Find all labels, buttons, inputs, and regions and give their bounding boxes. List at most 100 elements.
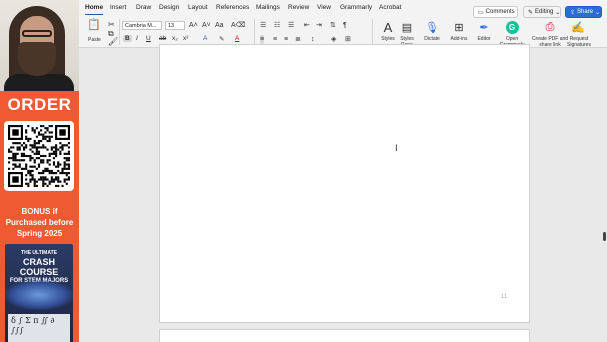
shrink-font-icon[interactable]: A˅ [202,21,211,30]
subscript-button[interactable]: x₂ [172,35,178,42]
page-number: 11 [500,294,507,300]
font-name-select[interactable]: Cambria M... [122,21,162,30]
tab-draw[interactable]: Draw [136,4,151,11]
request-signatures-label: Request Signatures [567,36,591,48]
editing-mode-button[interactable]: ✎ Editing ⌄ [523,6,561,18]
tab-layout[interactable]: Layout [188,4,208,11]
tab-insert[interactable]: Insert [110,4,126,11]
editing-label: Editing [535,9,554,15]
book-title: CRASH COURSE [19,257,59,277]
tab-acrobat[interactable]: Acrobat [379,4,401,11]
text-cursor-icon: Ι [395,144,398,154]
decrease-indent-icon[interactable]: ⇤ [304,21,310,30]
justify-icon[interactable]: ≣ [295,35,301,44]
ribbon: Home Insert Draw Design Layout Reference… [79,0,607,48]
next-document-page[interactable] [159,329,530,342]
underline-icon: U [146,35,151,42]
underline-button[interactable]: U [146,35,151,42]
word-window: Home Insert Draw Design Layout Reference… [79,0,607,342]
italic-button[interactable]: I [136,35,138,42]
chevron-down-icon: ⌄ [555,9,561,16]
book-lightning-art [5,280,73,310]
sort-icon[interactable]: ⇅ [330,21,336,30]
comment-icon: ▭ [478,9,484,16]
document-page[interactable]: Ι 11 [159,44,530,323]
text-effects-button[interactable]: A [203,35,207,42]
change-case-icon[interactable]: Aa [215,21,224,30]
editor-icon[interactable]: ✒ [475,19,493,35]
create-pdf-icon[interactable]: ⎙ [541,19,559,35]
vertical-scrollbar[interactable] [603,232,606,241]
bullets-icon[interactable]: ☰ [260,21,266,30]
superscript-icon: x² [183,35,189,42]
paste-icon[interactable]: 📋 [87,20,101,31]
tab-references[interactable]: References [216,4,249,11]
webcam-person-beard [18,42,56,76]
ribbon-divider [119,19,120,45]
paste-label: Paste [88,37,101,43]
cut-icon[interactable]: ✂ [108,20,115,29]
align-left-icon[interactable]: ≡ [260,35,265,44]
request-signatures-icon[interactable]: ✍ [569,19,587,35]
order-heading: ORDER [7,95,72,114]
book-top-line: THE ULTIMATE [21,250,57,256]
highlight-button[interactable]: ✎ [219,35,224,43]
share-label: Share [577,9,594,15]
share-icon: ⇪ [570,9,576,16]
subscript-icon: x₂ [172,35,178,42]
format-painter-icon[interactable]: 🖌 [108,37,118,46]
ribbon-divider [254,19,255,45]
promo-sidebar: ORDER BONUS if Purchased before Spring 2… [0,0,79,342]
increase-indent-icon[interactable]: ⇥ [316,21,322,30]
webcam-person-shirt [4,74,74,91]
line-spacing-icon[interactable]: ↕ [311,35,315,44]
strikethrough-icon: ab [159,35,167,42]
font-size-select[interactable]: 13 [165,21,185,30]
multilevel-list-icon[interactable]: ☰ [288,21,294,30]
bold-button[interactable]: B [123,35,132,42]
bold-icon: B [123,35,132,42]
webcam-person-glasses [22,30,52,37]
tab-review[interactable]: Review [288,4,309,11]
strikethrough-button[interactable]: ab [159,35,166,42]
bonus-text: BONUS if Purchased before Spring 2025 [5,207,74,238]
numbering-icon[interactable]: ☷ [274,21,280,30]
highlighter-icon: ✎ [219,36,225,43]
pencil-icon: ✎ [528,9,534,16]
italic-icon: I [136,35,138,42]
ribbon-divider [372,19,373,45]
align-center-icon[interactable]: ≡ [273,35,277,44]
tab-mailings[interactable]: Mailings [256,4,280,11]
show-formatting-icon[interactable]: ¶ [343,21,347,30]
qr-code-icon [8,125,70,187]
clear-formatting-icon[interactable]: A⌫ [231,21,246,30]
tab-home[interactable]: Home [85,4,104,15]
add-ins-label: Add-ins [450,36,468,42]
share-button[interactable]: ⇪ Share ⌄ [565,6,602,18]
webcam-feed [0,0,79,91]
font-color-icon: A [235,35,240,42]
tab-grammarly[interactable]: Grammarly [340,4,372,11]
screen: ORDER BONUS if Purchased before Spring 2… [0,0,607,342]
microphone-icon[interactable]: 🎙 [423,19,441,35]
text-effects-icon: A [203,35,208,42]
comments-button[interactable]: ▭ Comments [473,6,518,18]
tab-design[interactable]: Design [159,4,179,11]
grammarly-icon[interactable]: G [503,19,521,35]
grow-font-icon[interactable]: A˄ [189,21,198,30]
editor-label: Editor [477,36,491,42]
superscript-button[interactable]: x² [183,35,188,42]
book-math-symbols: δ ∫ Σ π ∬ ∂ ∫∫∫ [8,314,70,342]
book-cover[interactable]: THE ULTIMATE CRASH COURSE FOR STEM MAJOR… [5,244,73,342]
styles-icon[interactable]: A [379,19,397,35]
document-canvas[interactable]: Ι 11 [79,44,607,342]
qr-code[interactable] [4,121,74,191]
comments-label: Comments [485,9,515,15]
font-color-button[interactable]: A [235,35,239,42]
borders-icon[interactable]: ⊞ [345,35,351,44]
align-right-icon[interactable]: ≡ [284,35,288,44]
styles-pane-icon[interactable]: ▤ [398,19,416,35]
add-ins-icon[interactable]: ⊞ [450,19,468,35]
shading-icon[interactable]: ◈ [331,35,336,44]
tab-view[interactable]: View [317,4,331,11]
